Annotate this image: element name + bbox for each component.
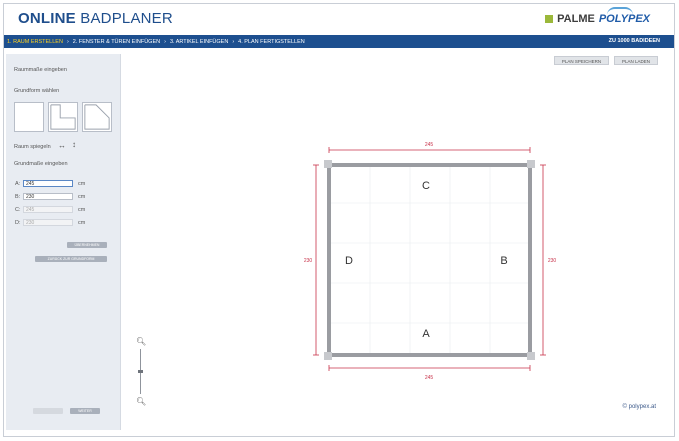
shape-l-button[interactable]: [48, 102, 78, 132]
shape-angled-button[interactable]: [82, 102, 112, 132]
app-title: ONLINE BADPLANER: [18, 10, 173, 27]
app-window: ONLINE BADPLANER PALME POLYPEX 1. RAUM E…: [3, 3, 675, 437]
shape-rectangle-button[interactable]: [14, 102, 44, 132]
dim-row-b: B: 230 cm: [15, 193, 85, 200]
ideas-link[interactable]: ZU 1000 BADIDEEN: [609, 35, 660, 48]
wall-label-c: C: [422, 180, 430, 192]
dim-row-a: A: 245 cm: [15, 180, 85, 187]
dim-input-c: 245: [23, 206, 73, 213]
wall-b[interactable]: [528, 163, 532, 357]
corner-handle[interactable]: [324, 352, 332, 360]
wall-label-b: B: [500, 255, 507, 267]
dim-label-right: 230: [548, 258, 557, 264]
save-plan-button[interactable]: PLAN SPEICHERN: [554, 56, 609, 65]
nav-step-3[interactable]: 3. ARTIKEL EINFÜGEN: [167, 39, 231, 45]
wall-d[interactable]: [327, 163, 331, 357]
palme-logo-icon: [545, 15, 554, 23]
mirror-label: Raum spiegeln: [14, 144, 51, 150]
copyright-text[interactable]: © polypex.at: [623, 404, 656, 410]
wall-c[interactable]: [327, 163, 532, 167]
dim-unit-b: cm: [78, 193, 86, 200]
nav-step-1[interactable]: 1. RAUM ERSTELLEN: [4, 39, 66, 45]
dim-input-d: 230: [23, 219, 73, 226]
wall-label-a: A: [422, 328, 430, 340]
mirror-vertical-icon[interactable]: ↕: [72, 140, 76, 149]
shape-heading: Grundform wählen: [14, 88, 60, 94]
dim-input-a[interactable]: 245: [23, 180, 73, 187]
next-button[interactable]: WEITER: [70, 408, 100, 414]
dim-unit-c: cm: [78, 206, 86, 213]
wall-a[interactable]: [327, 353, 532, 357]
base-dims-heading: Grundmaße eingeben: [14, 161, 68, 167]
back-to-shape-button[interactable]: ZURÜCK ZUR GRUNDFORM: [35, 256, 107, 262]
angled-shape-icon: [84, 104, 110, 130]
apply-button[interactable]: ÜBERNEHMEN: [67, 242, 107, 248]
logo-palme-text: PALME: [557, 13, 595, 25]
nav-step-2[interactable]: 2. FENSTER & TÜREN EINFÜGEN: [70, 39, 163, 45]
dims-heading: Raummaße eingeben: [14, 67, 67, 73]
mirror-horizontal-icon[interactable]: ↔: [58, 141, 66, 150]
rectangle-shape-icon: [15, 103, 43, 131]
dim-label-d: D:: [15, 219, 21, 226]
corner-handle[interactable]: [527, 160, 535, 168]
dim-label-b: B:: [15, 193, 21, 200]
nav-step-4[interactable]: 4. PLAN FERTIGSTELLEN: [235, 39, 308, 45]
corner-handle[interactable]: [527, 352, 535, 360]
floor-plan-svg[interactable]: 245 245 230 230 C A D B: [128, 70, 668, 430]
dim-label-left: 230: [304, 258, 313, 264]
wall-label-d: D: [345, 255, 353, 267]
dim-label-c: C:: [15, 206, 21, 213]
dim-label-bottom: 245: [425, 375, 434, 381]
logo-polypex-text: POLYPEX: [598, 7, 650, 25]
dim-row-d: D: 230 cm: [15, 219, 85, 226]
l-shape-icon: [50, 104, 76, 130]
app-title-main: ONLINE: [18, 10, 76, 27]
dim-input-b[interactable]: 230: [23, 193, 73, 200]
dim-unit-a: cm: [78, 180, 86, 187]
step-navigation: 1. RAUM ERSTELLEN › 2. FENSTER & TÜREN E…: [4, 35, 674, 48]
app-title-sub: BADPLANER: [80, 10, 173, 27]
prev-button: [33, 408, 63, 414]
dim-row-c: C: 245 cm: [15, 206, 85, 213]
corner-handle[interactable]: [324, 160, 332, 168]
load-plan-button[interactable]: PLAN LADEN: [614, 56, 658, 65]
dim-label-a: A:: [15, 180, 21, 187]
brand-logo[interactable]: PALME POLYPEX: [545, 7, 650, 25]
sidebar: Raummaße eingeben Grundform wählen Raum …: [6, 54, 121, 430]
header: ONLINE BADPLANER PALME POLYPEX: [4, 4, 674, 35]
dim-unit-d: cm: [78, 219, 86, 226]
dim-label-top: 245: [425, 142, 434, 148]
plan-canvas[interactable]: 245 245 230 230 C A D B: [128, 70, 668, 430]
